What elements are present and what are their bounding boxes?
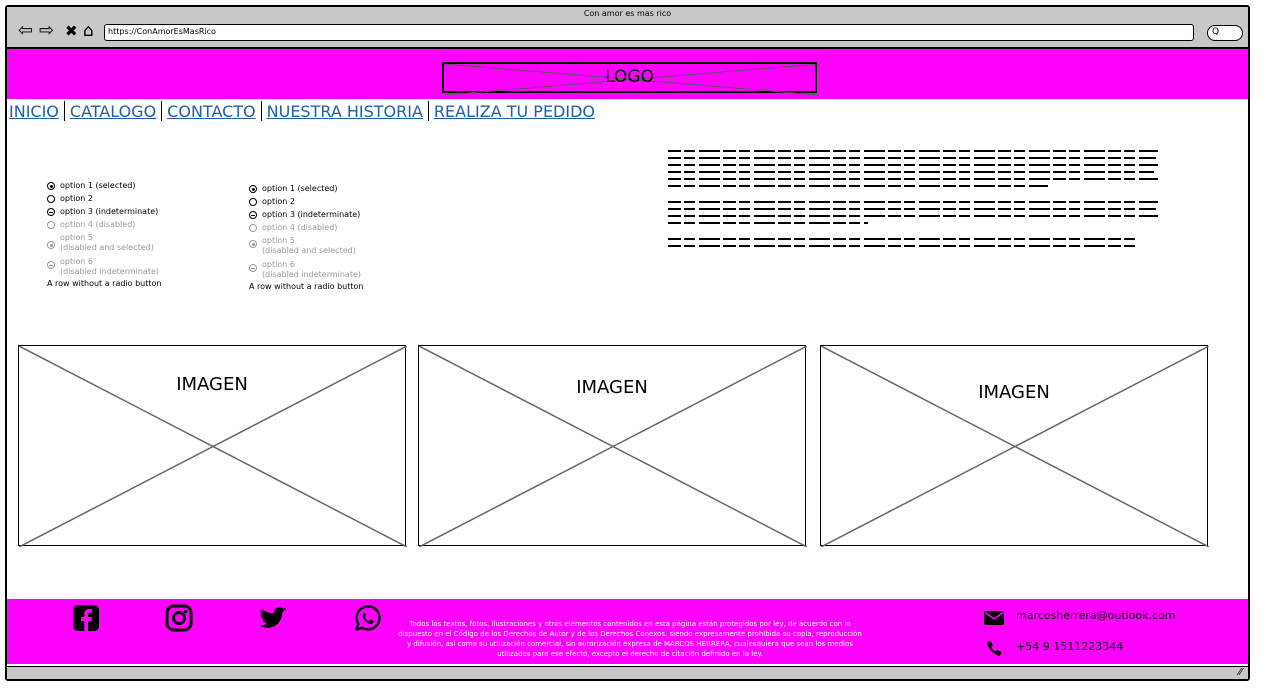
radio-option-disabled: option 4 (disabled) <box>47 218 162 231</box>
radio-label: option 1 (selected) <box>262 184 338 193</box>
radio-selected-icon <box>249 240 257 248</box>
radio-indeterminate-icon <box>47 261 55 269</box>
radio-label-main: option 6 <box>60 257 93 266</box>
radio-label: option 3 (indeterminate) <box>60 207 159 216</box>
logo-text: LOGO <box>605 67 654 87</box>
text-line <box>668 222 868 224</box>
browser-titlebar: Con amor es mas rico ⇦ ⇨ ✖ ⌂ https://Con… <box>7 7 1248 49</box>
text-line <box>668 208 1156 210</box>
radio-group-1: option 1 (selected) option 2 option 3 (i… <box>47 179 162 290</box>
plain-row: A row without a radio button <box>249 282 364 291</box>
radio-label: option 4 (disabled) <box>262 223 338 232</box>
text-line <box>668 178 1158 180</box>
contact-email[interactable]: marcosherrera@outlook.com <box>1016 609 1176 623</box>
text-line <box>668 185 1048 187</box>
instagram-icon[interactable] <box>165 604 193 632</box>
phone-icon <box>987 640 1002 656</box>
radio-option[interactable]: option 1 (selected) <box>249 182 364 195</box>
plain-row: A row without a radio button <box>47 279 162 288</box>
radio-option-disabled: option 5 (disabled and selected) <box>47 233 162 253</box>
logo[interactable]: LOGO <box>442 62 819 95</box>
close-icon[interactable]: ✖ <box>65 21 78 41</box>
radio-selected-icon <box>47 182 55 190</box>
radio-sublabel: (disabled and selected) <box>60 243 154 252</box>
radio-label: option 2 <box>60 194 93 203</box>
radio-option-disabled: option 6 (disabled indeterminate) <box>47 257 162 277</box>
text-line <box>668 150 1158 152</box>
facebook-icon[interactable] <box>72 604 100 632</box>
text-line <box>668 201 1158 203</box>
window-title: Con amor es mas rico <box>583 9 672 18</box>
nav-realiza-tu-pedido[interactable]: REALIZA TU PEDIDO <box>429 102 600 121</box>
radio-empty-icon <box>47 221 55 229</box>
text-line <box>668 164 1158 166</box>
contact-phone[interactable]: +54 9 1511223344 <box>1016 640 1123 654</box>
nav-nuestra-historia[interactable]: NUESTRA HISTORIA <box>262 102 428 121</box>
radio-option-disabled: option 5 (disabled and selected) <box>249 236 364 256</box>
image-placeholder-icon <box>821 346 1209 547</box>
image-label: IMAGEN <box>576 377 648 398</box>
radio-option[interactable]: option 2 <box>249 195 364 208</box>
twitter-icon[interactable] <box>260 604 288 632</box>
radio-indeterminate-icon <box>249 211 257 219</box>
image-placeholder-3[interactable]: IMAGEN <box>820 345 1209 547</box>
radio-option[interactable]: option 3 (indeterminate) <box>249 208 364 221</box>
main-nav: INICIO CATALOGO CONTACTO NUESTRA HISTORI… <box>9 100 600 122</box>
text-line <box>668 245 1138 247</box>
envelope-icon <box>984 611 1004 625</box>
back-icon[interactable]: ⇦ <box>18 21 33 41</box>
radio-option-disabled: option 4 (disabled) <box>249 221 364 234</box>
url-bar[interactable]: https://ConAmorEsMasRico <box>104 24 1194 41</box>
radio-sublabel: (disabled and selected) <box>262 246 356 255</box>
nav-contacto[interactable]: CONTACTO <box>162 102 260 121</box>
radio-label: option 6 (disabled indeterminate) <box>262 260 361 280</box>
radio-option[interactable]: option 1 (selected) <box>47 179 162 192</box>
radio-label: option 4 (disabled) <box>60 220 136 229</box>
whatsapp-icon[interactable] <box>354 604 382 632</box>
resize-grip-icon[interactable]: ⁄⁄ <box>1239 667 1242 679</box>
radio-selected-icon <box>249 185 257 193</box>
forward-icon[interactable]: ⇨ <box>39 21 54 41</box>
radio-label: option 6 (disabled indeterminate) <box>60 257 159 277</box>
radio-sublabel: (disabled indeterminate) <box>60 267 160 276</box>
radio-option[interactable]: option 3 (indeterminate) <box>47 205 162 218</box>
radio-label: option 5 (disabled and selected) <box>60 233 154 253</box>
radio-label: option 3 (indeterminate) <box>262 210 361 219</box>
radio-empty-icon <box>249 224 257 232</box>
text-line <box>668 215 1158 217</box>
text-line <box>668 171 1154 173</box>
nav-inicio[interactable]: INICIO <box>9 102 64 121</box>
text-line <box>668 238 1136 240</box>
browser-statusbar: ⁄⁄ <box>7 666 1248 679</box>
radio-label-main: option 5 <box>60 233 93 242</box>
radio-empty-icon <box>47 195 55 203</box>
radio-indeterminate-icon <box>47 208 55 216</box>
radio-option[interactable]: option 2 <box>47 192 162 205</box>
home-icon[interactable]: ⌂ <box>83 21 94 41</box>
image-label: IMAGEN <box>978 382 1050 403</box>
radio-indeterminate-icon <box>249 264 257 272</box>
radio-selected-icon <box>47 241 55 249</box>
radio-empty-icon <box>249 198 257 206</box>
radio-option-disabled: option 6 (disabled indeterminate) <box>249 260 364 280</box>
image-placeholder-1[interactable]: IMAGEN <box>18 345 407 547</box>
radio-label: option 1 (selected) <box>60 181 136 190</box>
placeholder-text-block <box>668 150 1160 252</box>
image-placeholder-2[interactable]: IMAGEN <box>418 345 807 547</box>
radio-group-2: option 1 (selected) option 2 option 3 (i… <box>249 182 364 293</box>
radio-label: option 2 <box>262 197 295 206</box>
radio-label-main: option 6 <box>262 260 295 269</box>
nav-catalogo[interactable]: CATALOGO <box>65 102 161 121</box>
radio-sublabel: (disabled indeterminate) <box>262 270 362 279</box>
radio-label: option 5 (disabled and selected) <box>262 236 356 256</box>
text-line <box>668 157 1156 159</box>
image-label: IMAGEN <box>176 374 248 395</box>
legal-notice: Todos los textos, fotos, ilustraciones y… <box>398 620 862 658</box>
search-button[interactable]: Q <box>1207 25 1243 41</box>
radio-label-main: option 5 <box>262 236 295 245</box>
